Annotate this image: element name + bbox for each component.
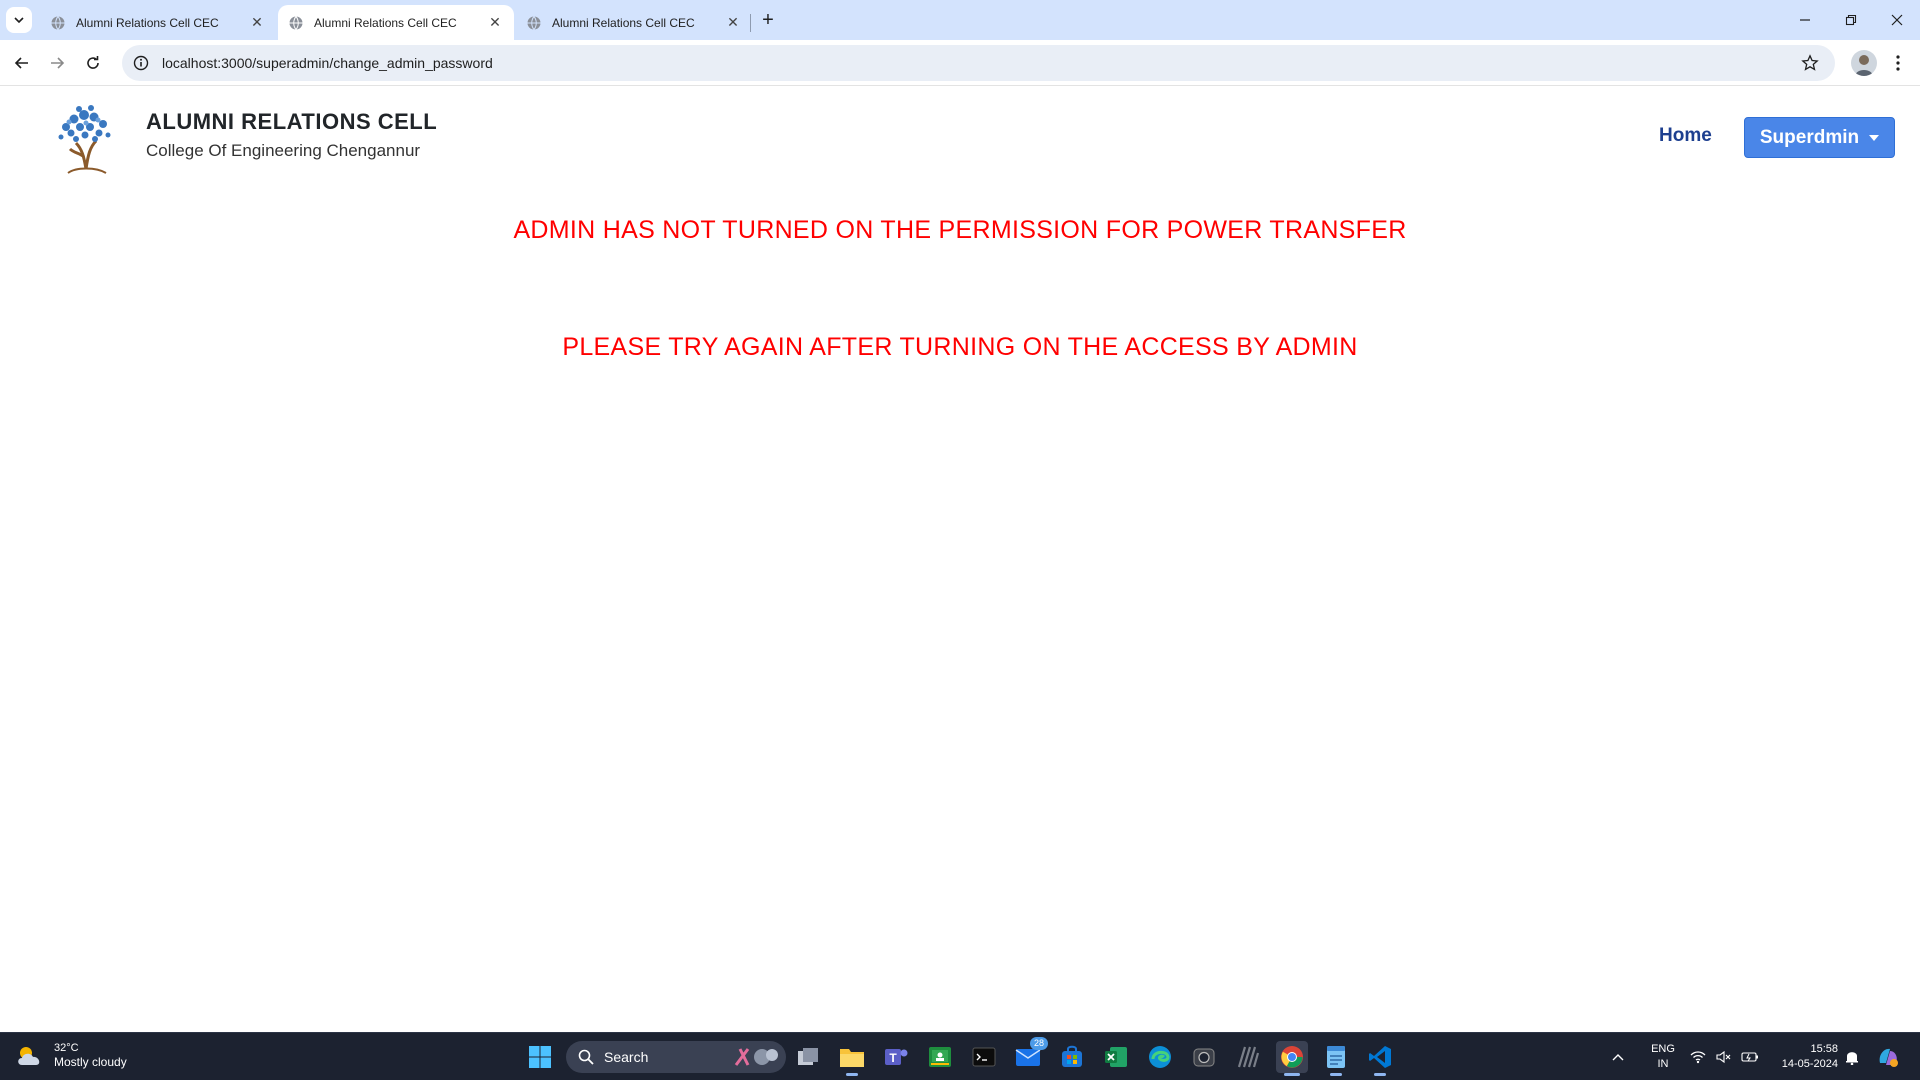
globe-icon (527, 15, 541, 30)
browser-tabstrip: Alumni Relations Cell CEC ✕ Alumni Relat… (0, 0, 1920, 40)
running-indicator (846, 1073, 858, 1076)
restore-button[interactable] (1828, 0, 1874, 40)
tab-close-icon[interactable]: ✕ (486, 14, 504, 32)
permission-error-message: ADMIN HAS NOT TURNED ON THE PERMISSION F… (513, 216, 1407, 244)
site-title: ALUMNI RELATIONS CELL (146, 109, 438, 134)
chevron-down-icon (14, 17, 24, 24)
forward-button[interactable] (43, 49, 71, 77)
camera-app-icon[interactable] (1188, 1041, 1220, 1073)
notepad-icon[interactable] (1320, 1041, 1352, 1076)
file-explorer-icon[interactable] (836, 1041, 868, 1076)
taskbar-search-box[interactable]: Search (566, 1041, 786, 1073)
url-text[interactable]: localhost:3000/superadmin/change_admin_p… (162, 55, 493, 71)
running-indicator (1330, 1073, 1342, 1076)
tab-close-icon[interactable]: ✕ (248, 14, 266, 32)
person-icon (1855, 55, 1873, 76)
edge-icon[interactable] (1144, 1041, 1176, 1073)
svg-text:T: T (889, 1051, 897, 1065)
notification-bell-icon[interactable] (1842, 1041, 1862, 1073)
tab-separator (750, 14, 751, 32)
site-subtitle: College Of Engineering Chengannur (146, 141, 421, 160)
chrome-icon[interactable] (1276, 1041, 1308, 1076)
wifi-icon[interactable] (1688, 1041, 1708, 1073)
store-icon[interactable] (1056, 1041, 1088, 1073)
search-icon (578, 1049, 594, 1065)
profile-avatar[interactable] (1851, 50, 1877, 76)
reload-icon (87, 56, 99, 69)
clock-time: 15:58 (1810, 1043, 1838, 1055)
site-header: ALUMNI RELATIONS CELL College Of Enginee… (0, 87, 1920, 187)
terminal-icon[interactable] (968, 1041, 1000, 1073)
mail-icon[interactable]: 28 (1012, 1037, 1048, 1073)
browser-tab-1[interactable]: Alumni Relations Cell CEC ✕ (40, 5, 276, 40)
dropdown-label: Superdmin (1759, 126, 1860, 148)
battery-icon[interactable] (1740, 1041, 1760, 1073)
taskbar-search-label: Search (604, 1049, 649, 1065)
windows-taskbar: 32°C Mostly cloudy Search T 28 ENG IN 15… (0, 1032, 1920, 1080)
arrow-left-icon (14, 57, 28, 69)
classroom-icon[interactable] (924, 1041, 956, 1073)
minimize-icon (1800, 19, 1810, 21)
retry-instruction-message: PLEASE TRY AGAIN AFTER TURNING ON THE AC… (562, 333, 1358, 361)
system-clock[interactable]: 15:58 14-05-2024 (1768, 1042, 1838, 1072)
weather-temperature: 32°C (54, 1042, 79, 1054)
show-hidden-icons-chevron-icon[interactable] (1608, 1041, 1628, 1073)
teams-icon[interactable]: T (880, 1041, 912, 1073)
close-icon (1891, 14, 1903, 26)
region-code: IN (1657, 1058, 1669, 1070)
nav-home-link[interactable]: Home (1659, 125, 1712, 147)
minimize-button[interactable] (1782, 0, 1828, 40)
alumni-tree-logo[interactable] (46, 97, 126, 177)
weather-condition: Mostly cloudy (54, 1055, 127, 1069)
globe-icon (289, 15, 303, 30)
weather-widget[interactable]: 32°C Mostly cloudy (16, 1041, 127, 1070)
globe-icon (51, 15, 65, 30)
arrow-right-icon (51, 57, 65, 69)
new-tab-button[interactable]: + (757, 9, 779, 31)
app-striped-icon[interactable] (1232, 1041, 1264, 1073)
volume-muted-icon[interactable] (1714, 1041, 1734, 1073)
search-highlight-icon (734, 1048, 778, 1066)
vscode-icon[interactable] (1364, 1041, 1396, 1076)
language-indicator[interactable]: ENG IN (1648, 1042, 1678, 1072)
language-code: ENG (1651, 1043, 1675, 1055)
browser-toolbar: localhost:3000/superadmin/change_admin_p… (0, 40, 1920, 86)
address-bar[interactable]: localhost:3000/superadmin/change_admin_p… (122, 45, 1835, 81)
browser-tab-2[interactable]: Alumni Relations Cell CEC ✕ (278, 5, 514, 40)
more-vertical-icon (1896, 55, 1900, 71)
tab-search-button[interactable] (6, 7, 32, 33)
tab-close-icon[interactable]: ✕ (724, 14, 742, 32)
running-indicator (1374, 1073, 1386, 1076)
tab-title: Alumni Relations Cell CEC (552, 15, 695, 30)
superadmin-dropdown-button[interactable]: Superdmin (1744, 117, 1895, 158)
tab-title: Alumni Relations Cell CEC (314, 15, 457, 30)
back-button[interactable] (8, 49, 36, 77)
cloud-icon (18, 1046, 40, 1065)
restore-icon (1845, 14, 1857, 26)
excel-icon[interactable] (1100, 1041, 1132, 1073)
windows-logo-icon (529, 1046, 551, 1068)
browser-menu-button[interactable] (1886, 50, 1910, 76)
tab-title: Alumni Relations Cell CEC (76, 15, 219, 30)
close-window-button[interactable] (1874, 0, 1920, 40)
site-info-icon[interactable] (130, 52, 152, 74)
copilot-icon[interactable] (1872, 1041, 1904, 1073)
caret-down-icon (1869, 134, 1880, 141)
mail-unread-badge: 28 (1029, 1037, 1048, 1050)
task-view-icon[interactable] (792, 1041, 824, 1073)
clock-date: 14-05-2024 (1781, 1058, 1838, 1070)
start-button[interactable] (524, 1041, 556, 1073)
reload-button[interactable] (79, 49, 107, 77)
browser-tab-3[interactable]: Alumni Relations Cell CEC ✕ (516, 5, 752, 40)
running-indicator (1284, 1073, 1300, 1076)
bookmark-star-icon[interactable] (1799, 52, 1821, 74)
